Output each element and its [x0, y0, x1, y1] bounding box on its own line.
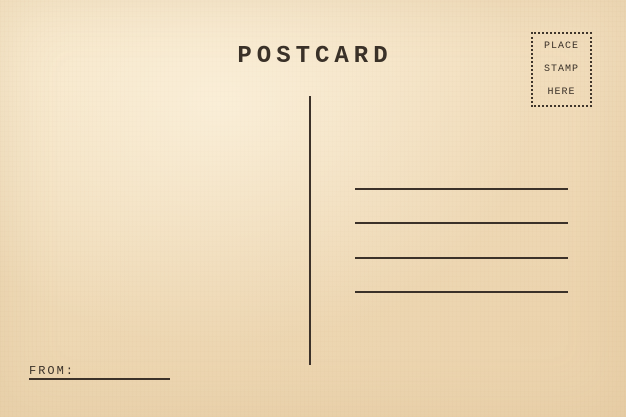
stamp-placeholder-box: PLACE STAMP HERE: [531, 32, 592, 107]
stamp-text-line-2: STAMP: [543, 64, 579, 75]
address-line-2: [355, 222, 568, 224]
from-label: FROM:: [29, 364, 76, 378]
address-line-4: [355, 291, 568, 293]
vertical-divider: [309, 96, 311, 365]
from-underline: [29, 378, 170, 380]
stamp-text-line-3: HERE: [547, 87, 576, 98]
stamp-text-line-1: PLACE: [543, 41, 579, 52]
address-line-3: [355, 257, 568, 259]
postcard-back: POSTCARD PLACE STAMP HERE FROM:: [0, 0, 626, 417]
address-line-1: [355, 188, 568, 190]
